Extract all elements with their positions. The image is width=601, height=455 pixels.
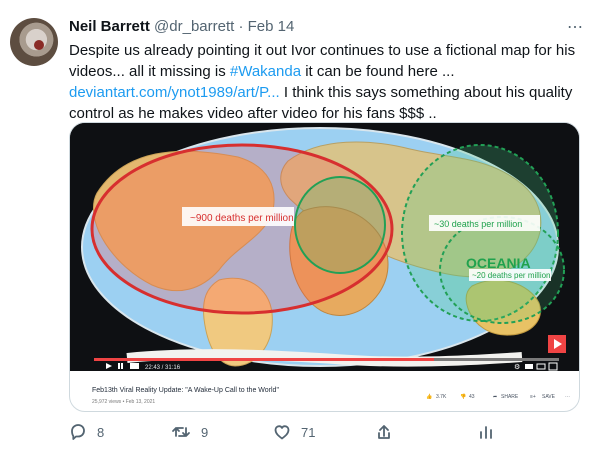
share-icon bbox=[378, 425, 390, 439]
video-progress-played[interactable] bbox=[94, 358, 434, 361]
tweet-date[interactable]: Feb 14 bbox=[248, 18, 295, 35]
oceania-death-rate-label: ~20 deaths per million bbox=[472, 271, 551, 280]
video-time: 22:43 / 31:16 bbox=[145, 365, 181, 371]
right-death-rate-label: ~30 deaths per million bbox=[434, 219, 522, 229]
like-action[interactable]: 71 bbox=[273, 420, 315, 444]
tweet-actions: 8 9 71 bbox=[69, 420, 581, 444]
retweet-action[interactable]: 9 bbox=[171, 420, 208, 444]
tweet[interactable]: Neil Barrett @dr_barrett · Feb 14 ⋯ Desp… bbox=[0, 0, 601, 455]
author-handle[interactable]: @dr_barrett bbox=[154, 18, 234, 35]
like-count: 71 bbox=[301, 424, 316, 440]
next-control-icon[interactable] bbox=[118, 363, 120, 369]
video-dislike-icon[interactable]: 👎 bbox=[460, 394, 466, 400]
video-actions: 👍 3.7K 👎 43 ➦ SHARE ≡+ SAVE ⋯ bbox=[426, 394, 576, 406]
video-like-icon[interactable]: 👍 bbox=[426, 394, 432, 400]
video-save-icon[interactable]: ≡+ bbox=[530, 394, 536, 400]
share-action[interactable] bbox=[375, 420, 393, 444]
video-map-svg: ~900 deaths per million ~30 deaths per m… bbox=[70, 123, 579, 371]
retweet-count: 9 bbox=[201, 424, 209, 440]
video-title[interactable]: Feb13th Viral Reality Update: "A Wake-Up… bbox=[92, 387, 279, 394]
retweet-icon bbox=[172, 427, 190, 437]
video-views-date: 25,972 views • Feb 13, 2021 bbox=[92, 399, 156, 405]
analytics-icon bbox=[480, 426, 492, 439]
settings-icon[interactable]: ⚙ bbox=[514, 363, 520, 371]
tweet-header: Neil Barrett @dr_barrett · Feb 14 bbox=[69, 17, 294, 37]
tweet-text-part-2: it can be found here ... bbox=[301, 63, 455, 80]
reply-icon bbox=[71, 424, 85, 440]
next-control-icon-2 bbox=[121, 363, 123, 369]
reply-action[interactable]: 8 bbox=[69, 420, 104, 444]
video-share-icon[interactable]: ➦ bbox=[493, 394, 497, 400]
more-options-icon[interactable]: ⋯ bbox=[567, 17, 584, 37]
analytics-action[interactable] bbox=[477, 420, 495, 444]
video-frame[interactable]: ~900 deaths per million ~30 deaths per m… bbox=[70, 123, 579, 371]
heart-icon bbox=[274, 425, 290, 440]
video-dislike-count: 43 bbox=[469, 394, 475, 400]
video-like-count: 3.7K bbox=[436, 394, 447, 400]
avatar-detail bbox=[34, 40, 44, 50]
video-share-label[interactable]: SHARE bbox=[501, 394, 518, 400]
video-more-icon[interactable]: ⋯ bbox=[565, 394, 570, 400]
left-death-rate-label: ~900 deaths per million bbox=[190, 213, 294, 224]
captions-icon[interactable] bbox=[525, 364, 533, 369]
video-save-label[interactable]: SAVE bbox=[542, 394, 555, 400]
hashtag-link[interactable]: #Wakanda bbox=[230, 63, 301, 80]
avatar[interactable] bbox=[10, 18, 58, 66]
reply-count: 8 bbox=[97, 424, 105, 440]
author-name[interactable]: Neil Barrett bbox=[69, 18, 150, 35]
green-region-circle-left bbox=[294, 176, 386, 274]
volume-control-icon[interactable] bbox=[130, 363, 139, 369]
embedded-video-card[interactable]: ~900 deaths per million ~30 deaths per m… bbox=[69, 122, 580, 412]
separator-dot: · bbox=[238, 18, 244, 35]
oceania-label: OCEANIA bbox=[466, 255, 531, 271]
tweet-text: Despite us already pointing it out Ivor … bbox=[69, 40, 584, 124]
video-progress-remaining[interactable] bbox=[434, 358, 559, 361]
external-link[interactable]: deviantart.com/ynot1989/art/P... bbox=[69, 84, 280, 101]
